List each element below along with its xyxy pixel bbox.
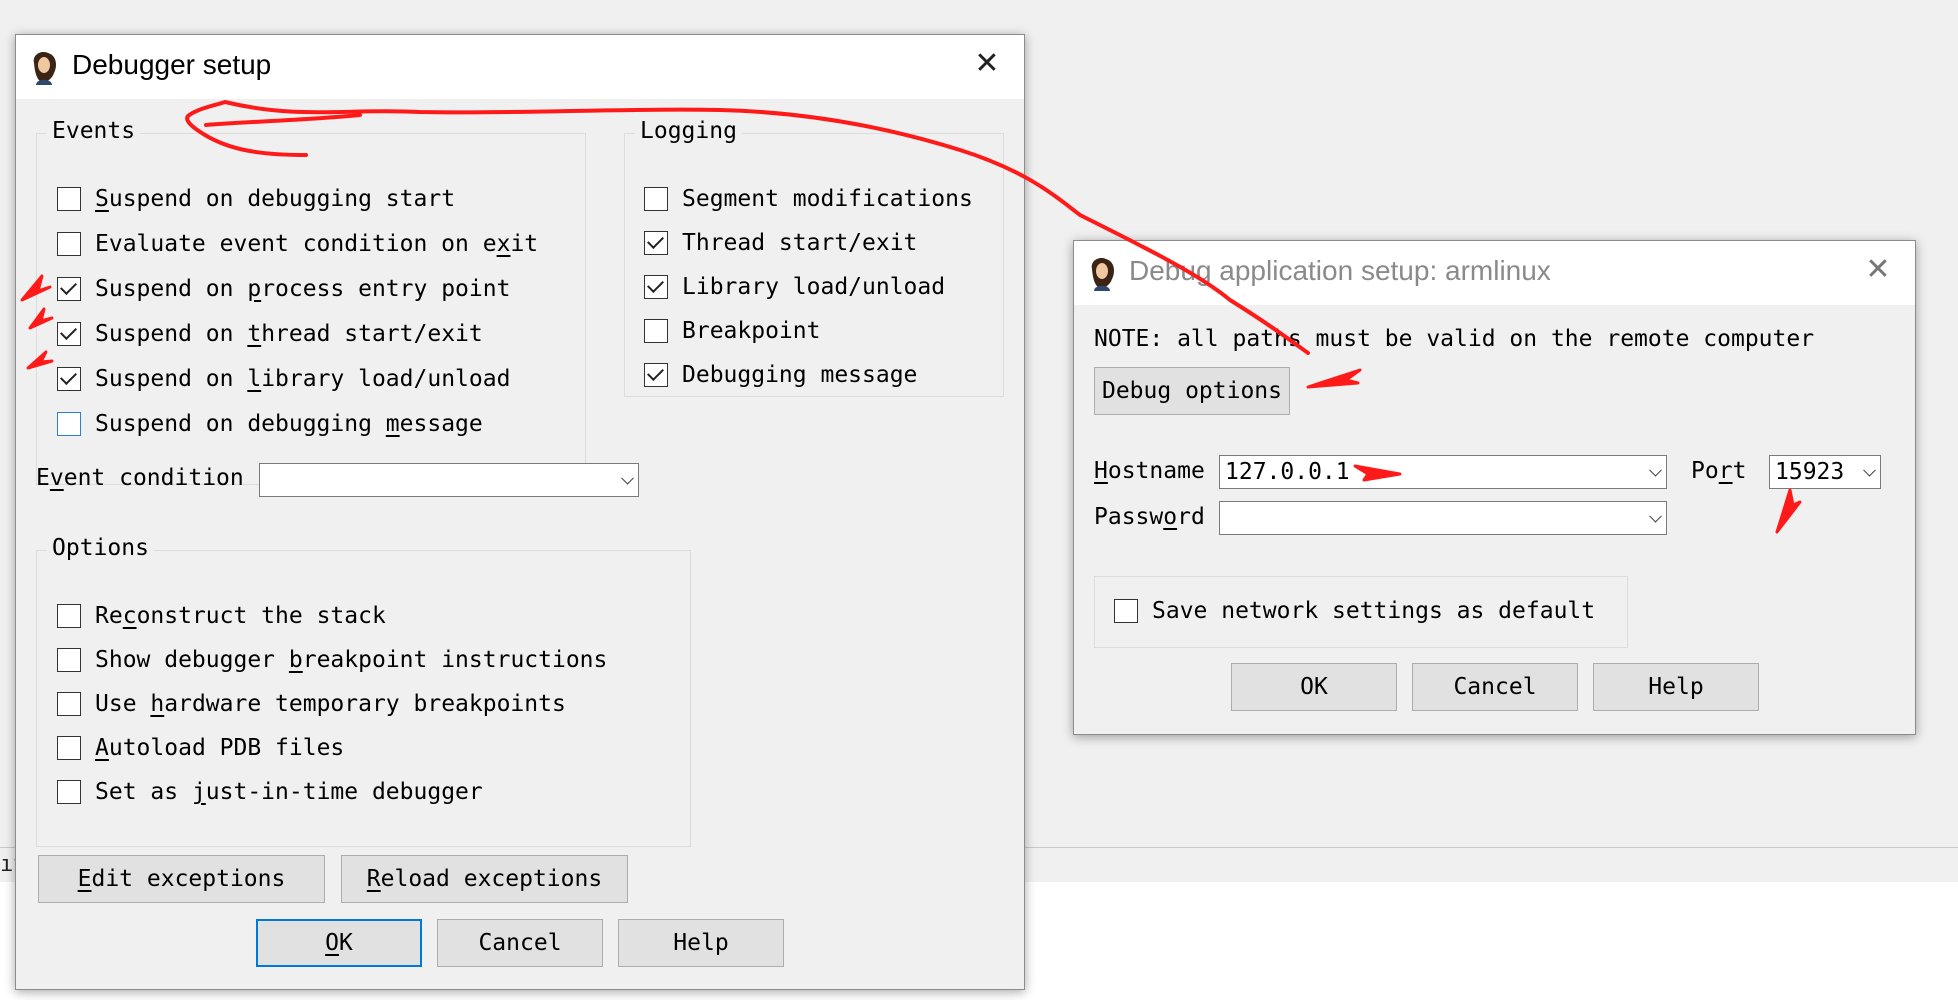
checkbox-box[interactable] bbox=[57, 412, 81, 436]
password-label: Password bbox=[1094, 504, 1205, 530]
option-checkbox-reconstruct-stack[interactable]: Reconstruct the stack bbox=[57, 601, 386, 631]
port-label: Port bbox=[1691, 458, 1747, 484]
checkbox-label: Set as just-in-time debugger bbox=[95, 779, 483, 805]
help-button[interactable]: Help bbox=[618, 919, 784, 967]
chevron-down-icon[interactable] bbox=[1863, 463, 1876, 477]
password-combobox[interactable] bbox=[1219, 501, 1667, 535]
checkbox-box[interactable] bbox=[57, 367, 81, 391]
checkbox-box[interactable] bbox=[1114, 599, 1138, 623]
checkbox-box[interactable] bbox=[57, 232, 81, 256]
checkbox-box[interactable] bbox=[57, 187, 81, 211]
event-checkbox-suspend-start[interactable]: Suspend on debugging start bbox=[57, 184, 455, 214]
logging-group-label: Logging bbox=[635, 118, 742, 144]
title-bar: Debug application setup: armlinux ✕ bbox=[1074, 241, 1915, 305]
event-checkbox-process-entry[interactable]: Suspend on process entry point bbox=[57, 274, 510, 304]
checkbox-label: Debugging message bbox=[682, 362, 918, 388]
checkbox-label: Evaluate event condition on exit bbox=[95, 231, 539, 257]
close-icon[interactable]: ✕ bbox=[970, 47, 1004, 81]
chevron-down-icon[interactable] bbox=[1649, 509, 1662, 523]
checkbox-box[interactable] bbox=[57, 604, 81, 628]
checkbox-box[interactable] bbox=[57, 277, 81, 301]
checkbox-label: Suspend on process entry point bbox=[95, 276, 511, 302]
close-icon[interactable]: ✕ bbox=[1861, 253, 1895, 287]
checkbox-box[interactable] bbox=[57, 692, 81, 716]
cancel-button[interactable]: Cancel bbox=[1412, 663, 1578, 711]
debugger-setup-dialog: Debugger setup ✕ Events Suspend on debug… bbox=[15, 34, 1025, 990]
chevron-down-icon[interactable] bbox=[1649, 463, 1662, 477]
event-checkbox-evaluate-condition[interactable]: Evaluate event condition on exit bbox=[57, 229, 538, 259]
event-condition-label: Event condition bbox=[36, 465, 244, 491]
checkbox-box[interactable] bbox=[57, 780, 81, 804]
ida-lady-icon bbox=[33, 52, 56, 85]
checkbox-label: Thread start/exit bbox=[682, 230, 918, 256]
logging-group: Logging bbox=[624, 118, 1004, 397]
option-checkbox-autoload-pdb[interactable]: Autoload PDB files bbox=[57, 733, 344, 763]
hostname-combobox[interactable]: 127.0.0.1 bbox=[1219, 455, 1667, 489]
dialog-title: Debugger setup bbox=[72, 49, 272, 80]
checkbox-label: Segment modifications bbox=[682, 186, 973, 212]
checkbox-label: Save network settings as default bbox=[1152, 598, 1596, 624]
chevron-down-icon[interactable] bbox=[621, 471, 634, 485]
checkbox-label: Suspend on thread start/exit bbox=[95, 321, 483, 347]
event-checkbox-library-load[interactable]: Suspend on library load/unload bbox=[57, 364, 510, 394]
ok-button[interactable]: OK bbox=[256, 919, 422, 967]
save-network-settings-checkbox[interactable]: Save network settings as default bbox=[1114, 596, 1595, 626]
checkbox-box[interactable] bbox=[644, 319, 668, 343]
port-combobox[interactable]: 15923 bbox=[1769, 455, 1881, 489]
events-group-label: Events bbox=[47, 118, 141, 144]
logging-checkbox-breakpoint[interactable]: Breakpoint bbox=[644, 316, 820, 346]
event-checkbox-debugging-message[interactable]: Suspend on debugging message bbox=[57, 409, 483, 439]
option-checkbox-hardware-breakpoints[interactable]: Use hardware temporary breakpoints bbox=[57, 689, 566, 719]
logging-checkbox-segment-modifications[interactable]: Segment modifications bbox=[644, 184, 973, 214]
checkbox-box[interactable] bbox=[644, 275, 668, 299]
logging-checkbox-debugging-message[interactable]: Debugging message bbox=[644, 360, 917, 390]
checkbox-label: Breakpoint bbox=[682, 318, 821, 344]
event-checkbox-thread-start-exit[interactable]: Suspend on thread start/exit bbox=[57, 319, 483, 349]
event-condition-combobox[interactable] bbox=[259, 463, 639, 497]
cancel-button[interactable]: Cancel bbox=[437, 919, 603, 967]
dialog-title: Debug application setup: armlinux bbox=[1129, 255, 1551, 286]
checkbox-box[interactable] bbox=[644, 231, 668, 255]
checkbox-label: Use hardware temporary breakpoints bbox=[95, 691, 566, 717]
help-button[interactable]: Help bbox=[1593, 663, 1759, 711]
checkbox-label: Reconstruct the stack bbox=[95, 603, 386, 629]
checkbox-label: Autoload PDB files bbox=[95, 735, 345, 761]
option-checkbox-breakpoint-instructions[interactable]: Show debugger breakpoint instructions bbox=[57, 645, 607, 675]
edit-exceptions-button[interactable]: Edit exceptions bbox=[38, 855, 325, 903]
debug-application-setup-dialog: Debug application setup: armlinux ✕ NOTE… bbox=[1073, 240, 1916, 735]
logging-checkbox-library-load[interactable]: Library load/unload bbox=[644, 272, 945, 302]
checkbox-label: Library load/unload bbox=[682, 274, 946, 300]
checkbox-box[interactable] bbox=[644, 187, 668, 211]
checkbox-box[interactable] bbox=[644, 363, 668, 387]
checkbox-box[interactable] bbox=[57, 736, 81, 760]
remote-paths-note: NOTE: all paths must be valid on the rem… bbox=[1094, 326, 1815, 352]
ida-lady-icon bbox=[1091, 258, 1114, 291]
reload-exceptions-button[interactable]: Reload exceptions bbox=[341, 855, 628, 903]
port-value: 15923 bbox=[1775, 459, 1845, 485]
checkbox-box[interactable] bbox=[57, 648, 81, 672]
checkbox-label: Suspend on library load/unload bbox=[95, 366, 511, 392]
ok-button[interactable]: OK bbox=[1231, 663, 1397, 711]
hostname-label: Hostname bbox=[1094, 458, 1205, 484]
checkbox-label: Suspend on debugging start bbox=[95, 186, 456, 212]
hostname-value: 127.0.0.1 bbox=[1225, 459, 1350, 485]
logging-checkbox-thread-start-exit[interactable]: Thread start/exit bbox=[644, 228, 917, 258]
debug-options-button[interactable]: Debug options bbox=[1094, 367, 1290, 415]
option-checkbox-jit-debugger[interactable]: Set as just-in-time debugger bbox=[57, 777, 483, 807]
checkbox-label: Suspend on debugging message bbox=[95, 411, 483, 437]
checkbox-label: Show debugger breakpoint instructions bbox=[95, 647, 608, 673]
title-bar: Debugger setup ✕ bbox=[16, 35, 1024, 99]
checkbox-box[interactable] bbox=[57, 322, 81, 346]
options-group-label: Options bbox=[47, 535, 154, 561]
